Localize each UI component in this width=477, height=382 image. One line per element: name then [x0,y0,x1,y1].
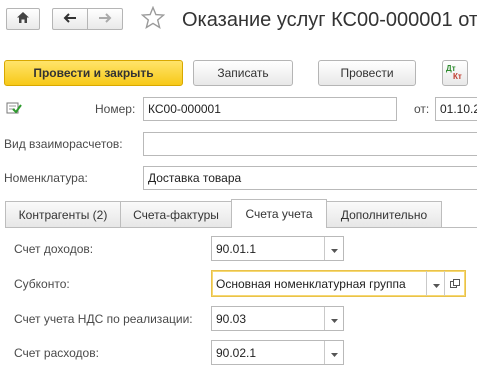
chevron-down-icon [330,346,338,360]
income-account-value: 90.01.1 [216,241,257,256]
forward-button[interactable] [87,8,123,30]
chevron-down-icon [330,312,338,326]
home-button[interactable] [6,8,40,30]
settlement-type-label: Вид взаиморасчетов: [4,137,123,151]
expense-account-label: Счет расходов: [14,346,99,360]
nomenclature-field[interactable]: Доставка товара [143,166,477,190]
income-account-field[interactable]: 90.01.1 [211,236,344,261]
tab-counterparties[interactable]: Контрагенты (2) [5,201,121,228]
post-and-close-button[interactable]: Провести и закрыть [4,60,183,86]
arrow-left-icon [63,12,77,26]
back-button[interactable] [52,8,88,30]
dropdown-button[interactable] [426,271,445,296]
number-field[interactable]: КС00-000001 [143,97,397,121]
dropdown-button[interactable] [324,341,343,364]
tab-accounts[interactable]: Счета учета [231,199,327,228]
subconto-field[interactable]: Основная номенклатурная группа [211,270,466,297]
posted-status-icon [6,101,22,115]
settlement-type-field[interactable] [143,132,477,156]
income-account-label: Счет доходов: [14,242,94,256]
tab-additional[interactable]: Дополнительно [326,201,442,228]
subconto-label: Субконто: [14,277,70,291]
chevron-down-icon [330,242,338,256]
open-button[interactable] [444,271,465,296]
tab-invoices[interactable]: Счета-фактуры [120,201,232,228]
nomenclature-label: Номенклатура: [4,171,88,185]
expense-account-field[interactable]: 90.02.1 [211,340,344,365]
open-window-icon [450,277,460,291]
number-label: Номер: [95,102,136,116]
dropdown-button[interactable] [324,237,343,260]
chevron-down-icon [432,277,440,291]
dropdown-button[interactable] [324,307,343,330]
date-label: от: [414,102,430,116]
favorite-star-button[interactable] [140,5,166,32]
star-icon [140,5,166,32]
dt-kt-icon: Дт Кт [446,64,462,81]
arrow-right-icon [98,12,112,26]
vat-account-label: Счет учета НДС по реализации: [14,312,193,326]
post-button[interactable]: Провести [318,60,416,86]
page-title: Оказание услуг КС00-000001 от [182,9,477,31]
save-button[interactable]: Записать [193,60,293,86]
subconto-value: Основная номенклатурная группа [216,276,406,291]
date-field[interactable]: 01.10.2 [435,97,477,121]
dt-kt-button[interactable]: Дт Кт [442,60,468,86]
vat-account-value: 90.03 [216,311,247,326]
expense-account-value: 90.02.1 [216,345,257,360]
vat-account-field[interactable]: 90.03 [211,306,344,331]
home-icon [16,11,30,27]
